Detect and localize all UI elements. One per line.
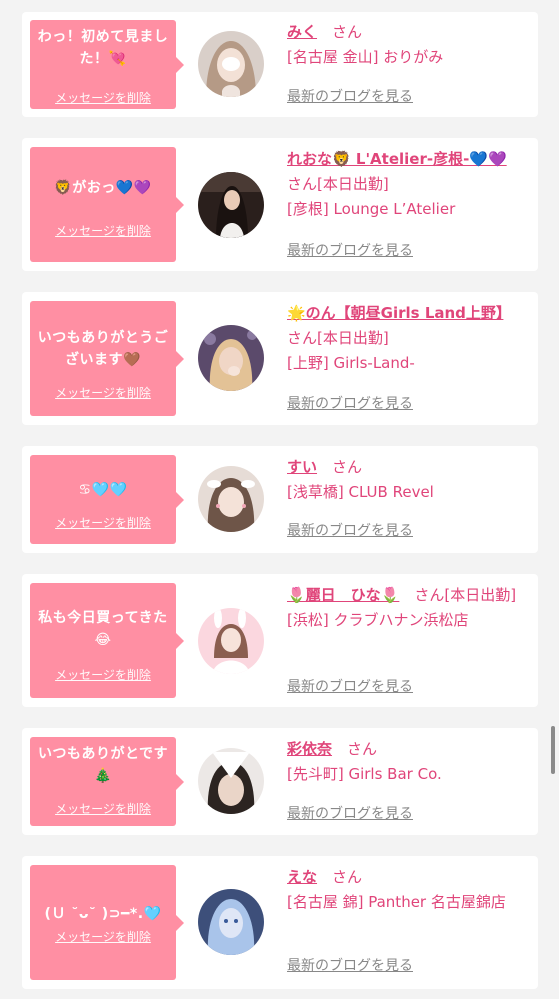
shop-label: [先斗町] Girls Bar Co. (287, 765, 442, 783)
message-card: わっ！初めて見ました！💘 メッセージを削除 みく さん [名古屋 金山] おりが… (22, 12, 538, 117)
message-bubble: (Ｕ ˘ᴗ˘ )⊃━*.🩵 メッセージを削除 (30, 865, 184, 980)
honorific-label: さん (287, 329, 318, 347)
shop-label: [名古屋 金山] おりがみ (287, 48, 444, 66)
delete-message-link[interactable]: メッセージを削除 (30, 667, 176, 683)
honorific-label: さん (332, 458, 363, 476)
delete-message-link[interactable]: メッセージを削除 (30, 929, 176, 945)
girl-hidden-face-avatar-icon (198, 748, 264, 814)
message-bubble: 🦁がおっ💙💜 メッセージを削除 (30, 147, 184, 262)
sender-name[interactable]: れおな🦁 L'Atelier-彦根-💙💜 (287, 150, 507, 168)
sender-name[interactable]: えな (287, 868, 317, 886)
message-card: 私も今日買ってきた😂 メッセージを削除 🌷麗日 ひな🌷 さん[本日出勤] [浜松… (22, 574, 538, 707)
view-latest-blog-link[interactable]: 最新のブログを見る (287, 956, 413, 976)
avatar-ena[interactable] (198, 889, 264, 955)
avatar-non[interactable] (198, 325, 264, 391)
girl-dark-avatar-icon (198, 172, 264, 238)
message-text: 🦁がおっ💙💜 (54, 180, 152, 196)
sender-info: えな さん [名古屋 錦] Panther 名古屋錦店 (287, 865, 527, 915)
delete-message-link[interactable]: メッセージを削除 (30, 515, 176, 531)
message-bubble: 私も今日買ってきた😂 メッセージを削除 (30, 583, 184, 698)
shop-label: [彦根] Lounge L’Atelier (287, 200, 456, 218)
sender-status: [本日出勤] (444, 586, 517, 604)
honorific-label: さん (332, 23, 363, 41)
delete-message-link[interactable]: メッセージを削除 (30, 223, 176, 239)
message-card: (Ｕ ˘ᴗ˘ )⊃━*.🩵 メッセージを削除 えな さん [名古屋 錦] Pan… (22, 856, 538, 989)
shop-label: [浜松] クラブハナン浜松店 (287, 611, 469, 629)
honorific-label: さん (332, 868, 363, 886)
sender-name[interactable]: 🌟のん【朝昼Girls Land上野】 (287, 304, 503, 322)
view-latest-blog-link[interactable]: 最新のブログを見る (287, 677, 413, 697)
avatar-reona[interactable] (198, 172, 264, 238)
girl-blonde-avatar-icon (198, 325, 264, 391)
sender-name[interactable]: 彩依奈 (287, 740, 332, 758)
message-card: 🦁がおっ💙💜 メッセージを削除 れおな🦁 L'Atelier-彦根-💙💜 さん[… (22, 138, 538, 271)
sender-info: 🌟のん【朝昼Girls Land上野】 さん[本日出勤] [上野] Girls-… (287, 301, 527, 376)
message-bubble: ♋︎🩵🩵 メッセージを削除 (30, 455, 184, 544)
shop-label: [浅草橋] CLUB Revel (287, 483, 434, 501)
scrollbar[interactable] (551, 726, 555, 774)
message-card: いつもありがとです🎄 メッセージを削除 彩依奈 さん [先斗町] Girls B… (22, 728, 538, 835)
girl-bunny-ears-avatar-icon (198, 466, 264, 532)
view-latest-blog-link[interactable]: 最新のブログを見る (287, 241, 413, 261)
sender-status: [本日出勤] (317, 175, 389, 193)
honorific-label: さん (347, 740, 378, 758)
view-latest-blog-link[interactable]: 最新のブログを見る (287, 521, 413, 541)
sender-name[interactable]: みく (287, 23, 317, 41)
message-bubble: いつもありがとうございます🤎 メッセージを削除 (30, 301, 184, 416)
girl-blue-avatar-icon (198, 889, 264, 955)
message-text: いつもありがとうございます🤎 (37, 330, 169, 368)
avatar-miku[interactable] (198, 31, 264, 97)
view-latest-blog-link[interactable]: 最新のブログを見る (287, 804, 413, 824)
sender-info: 彩依奈 さん [先斗町] Girls Bar Co. (287, 737, 527, 787)
girl-pink-avatar-icon (198, 608, 264, 674)
delete-message-link[interactable]: メッセージを削除 (30, 90, 176, 106)
message-text: いつもありがとです🎄 (37, 746, 169, 784)
avatar-hina[interactable] (198, 608, 264, 674)
message-card: いつもありがとうございます🤎 メッセージを削除 🌟のん【朝昼Girls Land… (22, 292, 538, 425)
honorific-label: さん (414, 586, 445, 604)
message-text: 私も今日買ってきた😂 (38, 610, 168, 648)
view-latest-blog-link[interactable]: 最新のブログを見る (287, 394, 413, 414)
sender-info: 🌷麗日 ひな🌷 さん[本日出勤] [浜松] クラブハナン浜松店 (287, 583, 527, 633)
sender-info: すい さん [浅草橋] CLUB Revel (287, 455, 527, 505)
shop-label: [上野] Girls-Land- (287, 354, 415, 372)
sender-info: みく さん [名古屋 金山] おりがみ (287, 20, 527, 70)
sender-name[interactable]: すい (287, 458, 317, 476)
honorific-label: さん (287, 175, 318, 193)
message-bubble: わっ！初めて見ました！💘 メッセージを削除 (30, 20, 184, 109)
avatar-sui[interactable] (198, 466, 264, 532)
sender-status: [本日出勤] (317, 329, 389, 347)
shop-label: [名古屋 錦] Panther 名古屋錦店 (287, 893, 506, 911)
girl-face-avatar-icon (198, 31, 264, 97)
view-latest-blog-link[interactable]: 最新のブログを見る (287, 87, 413, 107)
message-card: ♋︎🩵🩵 メッセージを削除 すい さん [浅草橋] CLUB Revel 最新の… (22, 446, 538, 553)
delete-message-link[interactable]: メッセージを削除 (30, 801, 176, 817)
message-text: ♋︎🩵🩵 (78, 482, 128, 498)
message-text: (Ｕ ˘ᴗ˘ )⊃━*.🩵 (44, 906, 162, 922)
message-bubble: いつもありがとです🎄 メッセージを削除 (30, 737, 184, 826)
delete-message-link[interactable]: メッセージを削除 (30, 385, 176, 401)
message-text: わっ！初めて見ました！💘 (37, 29, 169, 67)
sender-info: れおな🦁 L'Atelier-彦根-💙💜 さん[本日出勤] [彦根] Loung… (287, 147, 527, 222)
avatar-saina[interactable] (198, 748, 264, 814)
sender-name[interactable]: 🌷麗日 ひな🌷 (287, 586, 399, 604)
